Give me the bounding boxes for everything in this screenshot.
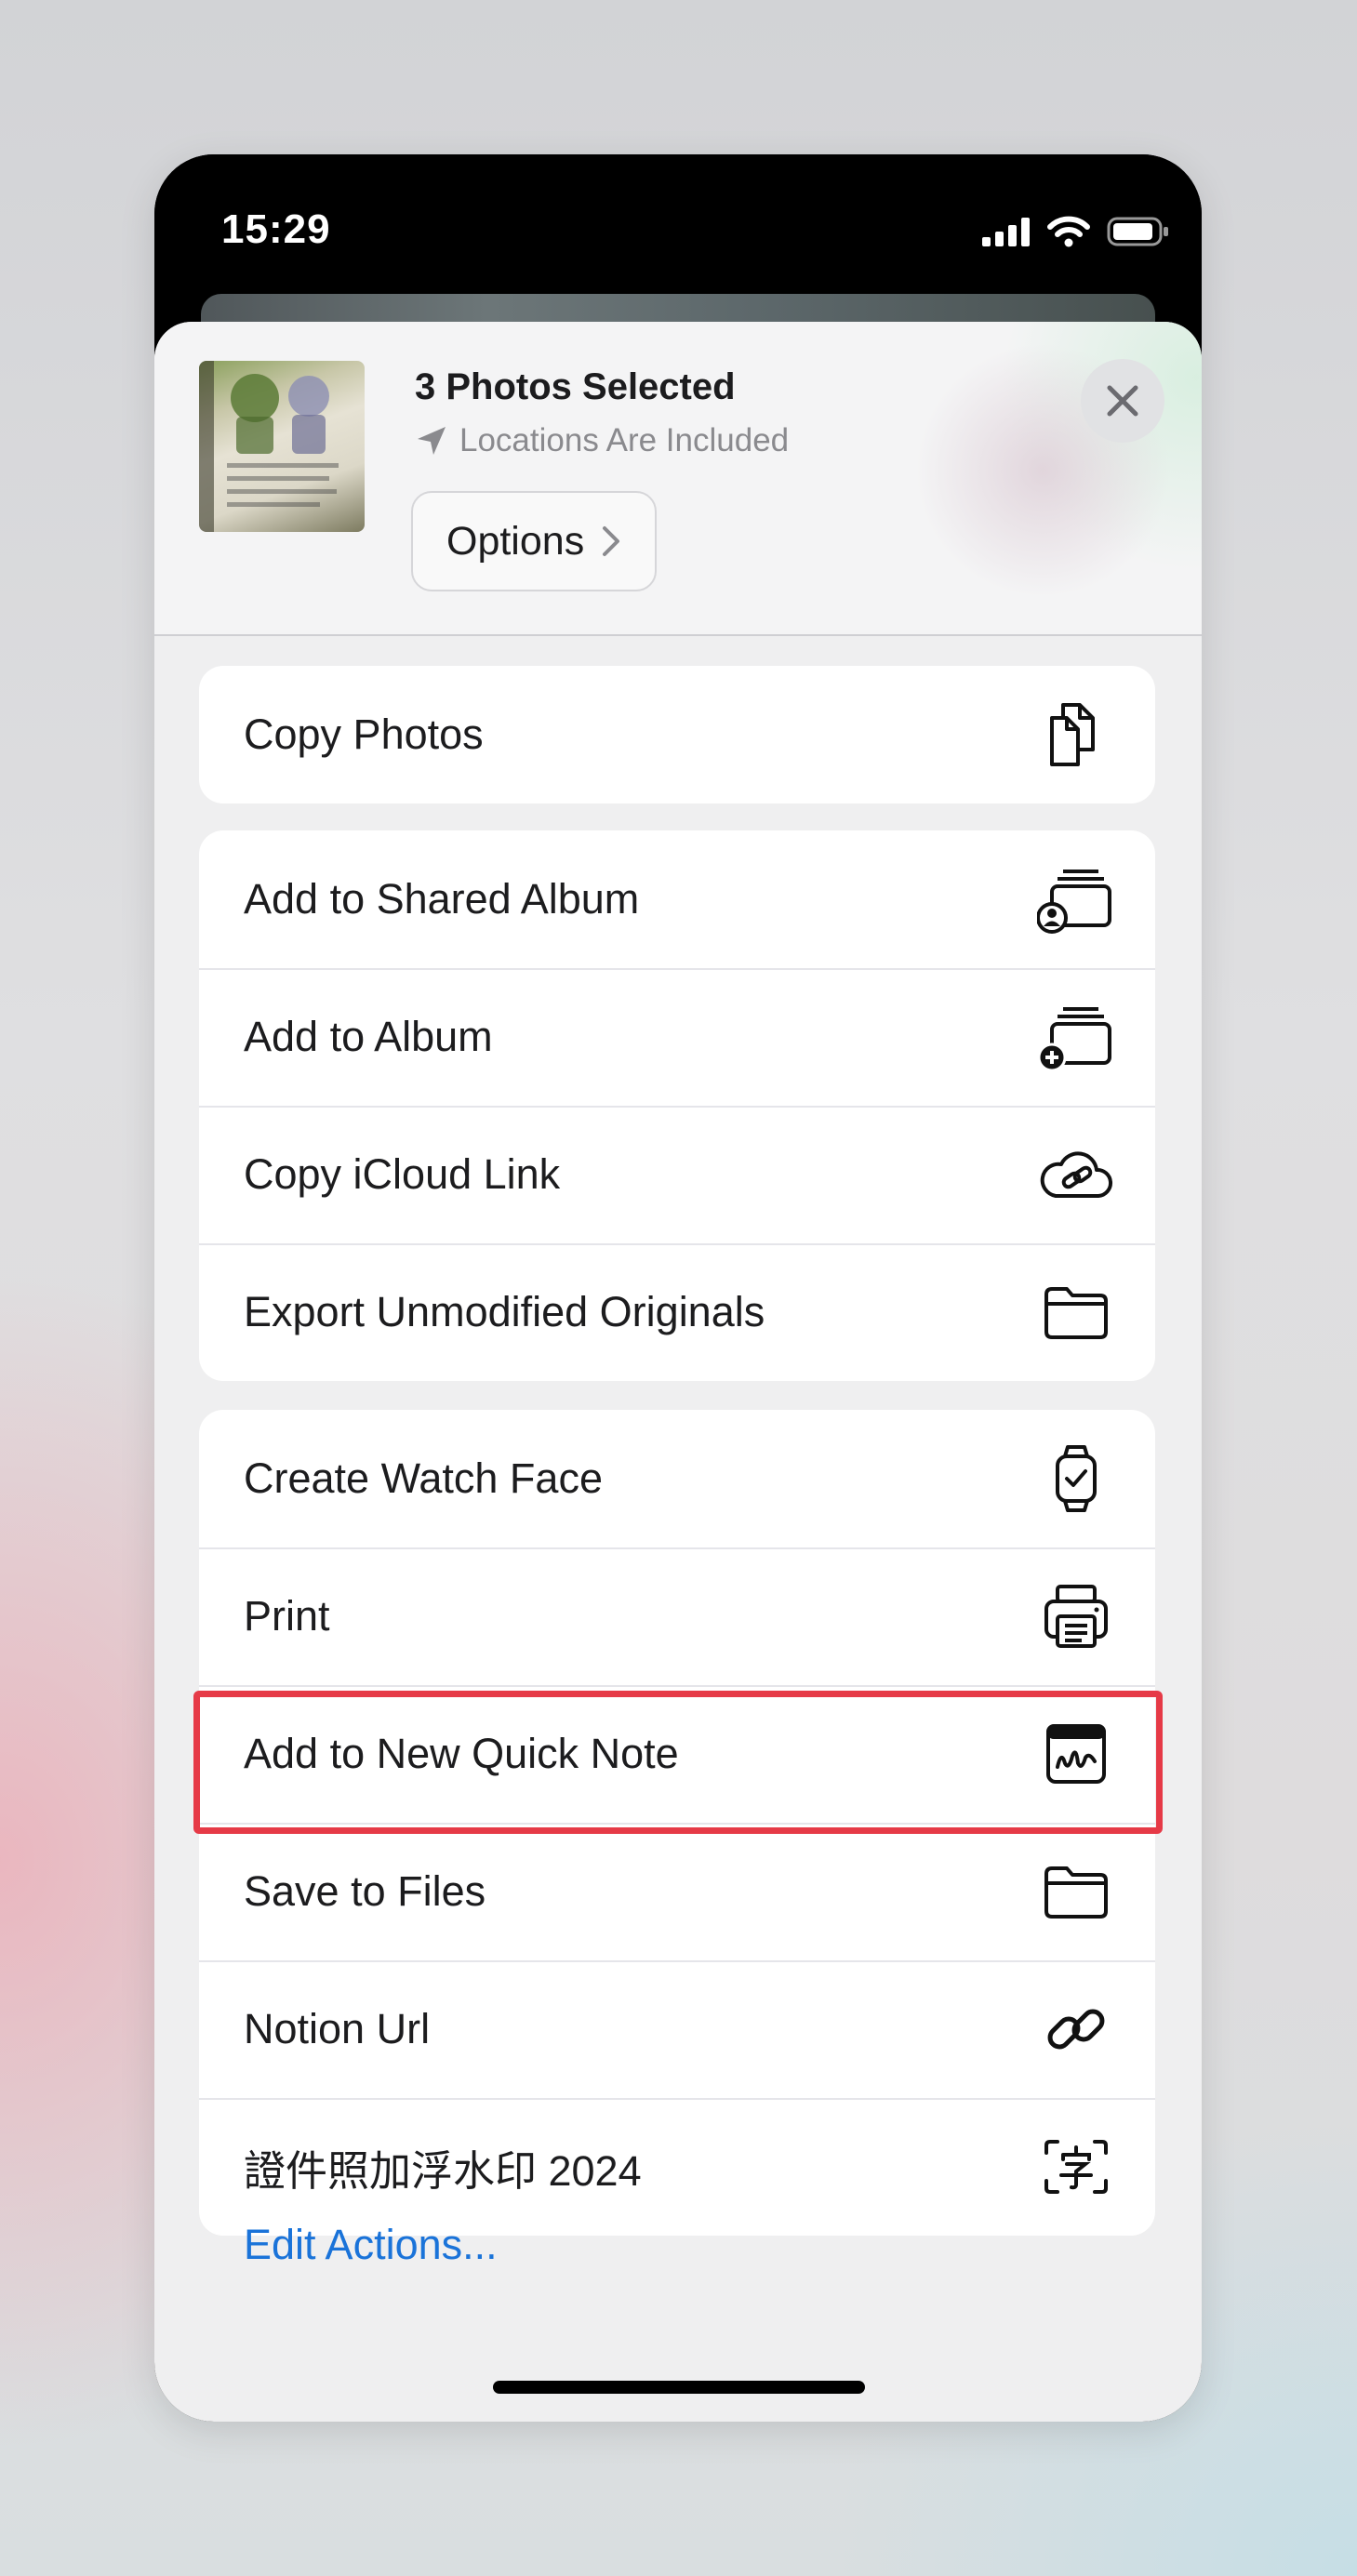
action-label: Add to Album bbox=[244, 1013, 493, 1060]
action-print[interactable]: Print bbox=[199, 1547, 1155, 1685]
battery-icon bbox=[1107, 217, 1168, 246]
signal-icon bbox=[982, 218, 1030, 246]
phone-frame: 15:29 3 Photos Selected Locations Are In… bbox=[154, 154, 1202, 2422]
action-label: 證件照加浮水印 2024 bbox=[244, 2146, 642, 2195]
action-add-to-new-quick-note[interactable]: Add to New Quick Note bbox=[199, 1685, 1155, 1823]
action-label: Copy Photos bbox=[244, 710, 484, 758]
action-add-to-album[interactable]: Add to Album bbox=[199, 968, 1155, 1106]
edit-actions-link[interactable]: Edit Actions... bbox=[244, 2221, 498, 2269]
action-id-photo-watermark[interactable]: 證件照加浮水印 2024 bbox=[199, 2098, 1155, 2236]
wifi-icon bbox=[1047, 216, 1090, 247]
printer-icon bbox=[1034, 1574, 1118, 1658]
quick-note-icon bbox=[1034, 1712, 1118, 1796]
text-recognition-icon bbox=[1034, 2125, 1118, 2209]
share-sheet: 3 Photos Selected Locations Are Included… bbox=[154, 322, 1202, 2422]
action-label: Create Watch Face bbox=[244, 1454, 603, 1502]
action-label: Copy iCloud Link bbox=[244, 1150, 561, 1198]
close-button[interactable] bbox=[1081, 359, 1164, 443]
action-notion-url[interactable]: Notion Url bbox=[199, 1960, 1155, 2098]
close-icon bbox=[1107, 385, 1138, 417]
action-copy-icloud-link[interactable]: Copy iCloud Link bbox=[199, 1106, 1155, 1243]
status-time: 15:29 bbox=[221, 206, 331, 252]
options-label: Options bbox=[446, 518, 585, 564]
action-group-copy: Copy Photos bbox=[199, 666, 1155, 803]
options-button[interactable]: Options bbox=[411, 491, 658, 591]
link-icon bbox=[1034, 1987, 1118, 2071]
action-label: Add to Shared Album bbox=[244, 875, 640, 923]
action-label: Add to New Quick Note bbox=[244, 1730, 679, 1777]
add-album-icon bbox=[1034, 995, 1118, 1079]
action-group-more: Create Watch Face Print Add to New Quick… bbox=[199, 1410, 1155, 2236]
action-label: Export Unmodified Originals bbox=[244, 1288, 765, 1335]
copy-icon bbox=[1034, 693, 1118, 777]
action-add-to-shared-album[interactable]: Add to Shared Album bbox=[199, 830, 1155, 968]
watch-icon bbox=[1034, 1437, 1118, 1520]
location-note-text: Locations Are Included bbox=[459, 422, 790, 458]
action-export-unmodified-originals[interactable]: Export Unmodified Originals bbox=[199, 1243, 1155, 1381]
photo-thumbnail bbox=[199, 361, 365, 532]
status-bar: 15:29 bbox=[154, 154, 1202, 303]
action-label: Print bbox=[244, 1592, 330, 1640]
folder-icon bbox=[1034, 1270, 1118, 1354]
action-copy-photos[interactable]: Copy Photos bbox=[199, 666, 1155, 803]
status-icons bbox=[982, 216, 1170, 247]
folder-icon bbox=[1034, 1850, 1118, 1933]
action-save-to-files[interactable]: Save to Files bbox=[199, 1823, 1155, 1960]
action-group-album: Add to Shared Album Add to Album Copy iC… bbox=[199, 830, 1155, 1381]
share-sheet-header: 3 Photos Selected Locations Are Included… bbox=[154, 322, 1202, 636]
share-title: 3 Photos Selected bbox=[415, 366, 736, 407]
location-note: Locations Are Included bbox=[415, 422, 789, 459]
shared-album-icon bbox=[1034, 857, 1118, 941]
action-create-watch-face[interactable]: Create Watch Face bbox=[199, 1410, 1155, 1547]
icloud-link-icon bbox=[1034, 1133, 1118, 1216]
action-label: Save to Files bbox=[244, 1867, 486, 1915]
action-label: Notion Url bbox=[244, 2005, 431, 2052]
chevron-right-icon bbox=[603, 526, 620, 556]
home-indicator[interactable] bbox=[493, 2381, 865, 2394]
location-arrow-icon bbox=[418, 427, 446, 455]
